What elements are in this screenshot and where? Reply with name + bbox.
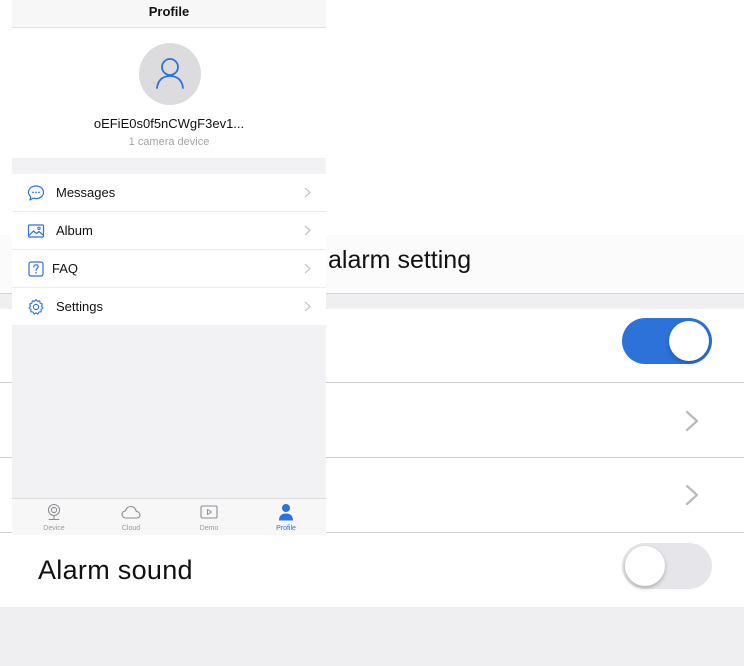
- menu-item-settings[interactable]: Settings: [12, 288, 326, 325]
- tab-label: Demo: [199, 525, 219, 532]
- menu-label: FAQ: [52, 261, 79, 276]
- tab-profile[interactable]: Profile: [256, 499, 316, 535]
- tab-label: Device: [43, 525, 65, 532]
- question-icon: [28, 261, 44, 277]
- chevron-right-icon: [685, 484, 699, 506]
- toggle-knob: [669, 321, 709, 361]
- avatar[interactable]: [139, 43, 201, 105]
- alarm-sound-toggle[interactable]: [622, 543, 712, 589]
- menu-label: Album: [56, 223, 93, 238]
- menu-label: Settings: [56, 299, 103, 314]
- chevron-right-icon: [685, 410, 699, 432]
- bottom-empty-area: [0, 607, 744, 666]
- menu-item-messages[interactable]: Messages: [12, 174, 326, 212]
- chat-bubble-icon: [27, 185, 45, 201]
- navigation-bar: Profile: [12, 0, 326, 28]
- profile-card[interactable]: oEFiE0s0f5nCWgF3ev1... 1 camera device: [12, 28, 326, 158]
- menu-item-album[interactable]: Album: [12, 212, 326, 250]
- chevron-right-icon: [304, 263, 311, 274]
- alarm-enable-toggle[interactable]: [622, 318, 712, 364]
- chevron-right-icon: [304, 301, 311, 312]
- tab-bar: Device Cloud Demo Profile: [12, 498, 326, 535]
- alarm-setting-title: alarm setting: [328, 246, 472, 274]
- image-icon: [27, 224, 45, 238]
- page-title: Profile: [148, 4, 190, 19]
- device-count: 1 camera device: [128, 136, 210, 148]
- tab-device[interactable]: Device: [24, 499, 84, 535]
- toggle-knob: [625, 546, 665, 586]
- person-outline-icon: [156, 58, 184, 89]
- profile-screen: Profile oEFiE0s0f5nCWgF3ev1... 1 camera …: [12, 0, 326, 535]
- person-icon: [279, 504, 293, 521]
- menu-item-faq[interactable]: FAQ: [12, 250, 326, 288]
- cloud-icon: [121, 505, 141, 519]
- profile-menu: Messages Album FAQ Settings: [12, 174, 326, 325]
- chevron-right-icon: [304, 187, 311, 198]
- menu-label: Messages: [56, 185, 116, 200]
- play-icon: [200, 505, 218, 519]
- alarm-sound-label: Alarm sound: [38, 555, 193, 585]
- camera-icon: [47, 503, 61, 521]
- tab-cloud[interactable]: Cloud: [101, 499, 161, 535]
- chevron-right-icon: [304, 225, 311, 236]
- username: oEFiE0s0f5nCWgF3ev1...: [93, 116, 245, 131]
- tab-label: Profile: [276, 525, 296, 532]
- gear-icon: [28, 298, 44, 315]
- tab-label: Cloud: [121, 525, 141, 532]
- tab-demo[interactable]: Demo: [179, 499, 239, 535]
